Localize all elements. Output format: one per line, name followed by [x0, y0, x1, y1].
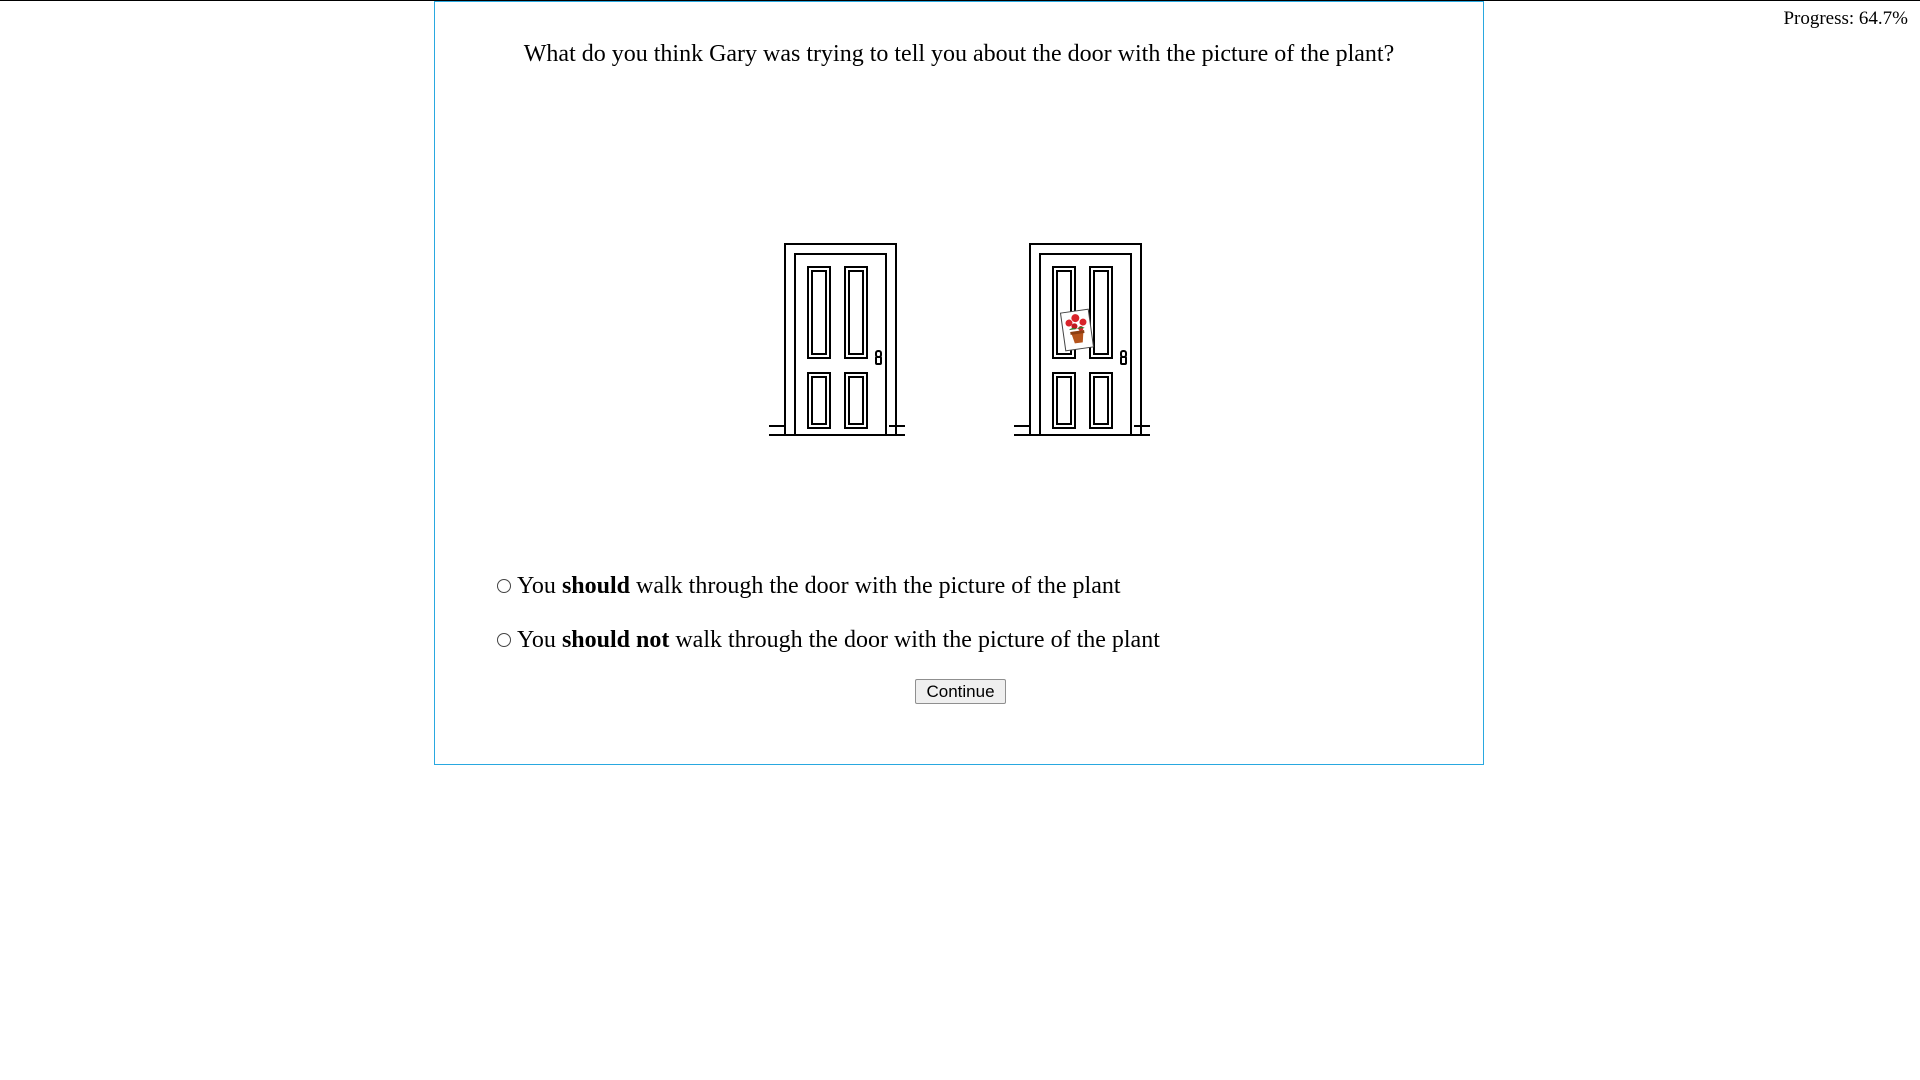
option-should[interactable]: You should walk through the door with th…: [497, 566, 1160, 606]
question-panel: What do you think Gary was trying to tel…: [434, 1, 1484, 765]
option-should-not-suffix: walk through the door with the picture o…: [669, 626, 1160, 653]
option-should-radio[interactable]: [497, 579, 511, 593]
option-should-prefix: You: [517, 572, 562, 599]
door-images: [768, 239, 1153, 445]
option-should-not-emphasis: should not: [561, 626, 670, 653]
option-should-not-prefix: You: [517, 626, 562, 653]
option-should-not[interactable]: You should not walk through the door wit…: [497, 620, 1160, 660]
plant-picture-icon: [1059, 308, 1095, 352]
plain-door-icon: [769, 243, 905, 436]
progress-indicator: Progress: 64.7%: [1783, 8, 1908, 29]
answer-options: You should walk through the door with th…: [497, 566, 1160, 674]
option-should-emphasis: should: [561, 572, 630, 599]
question-text: What do you think Gary was trying to tel…: [523, 41, 1395, 67]
door-with-plant-picture-icon: [1014, 243, 1150, 436]
option-should-suffix: walk through the door with the picture o…: [630, 572, 1121, 599]
option-should-not-radio[interactable]: [497, 633, 511, 647]
continue-button[interactable]: Continue: [915, 679, 1006, 704]
